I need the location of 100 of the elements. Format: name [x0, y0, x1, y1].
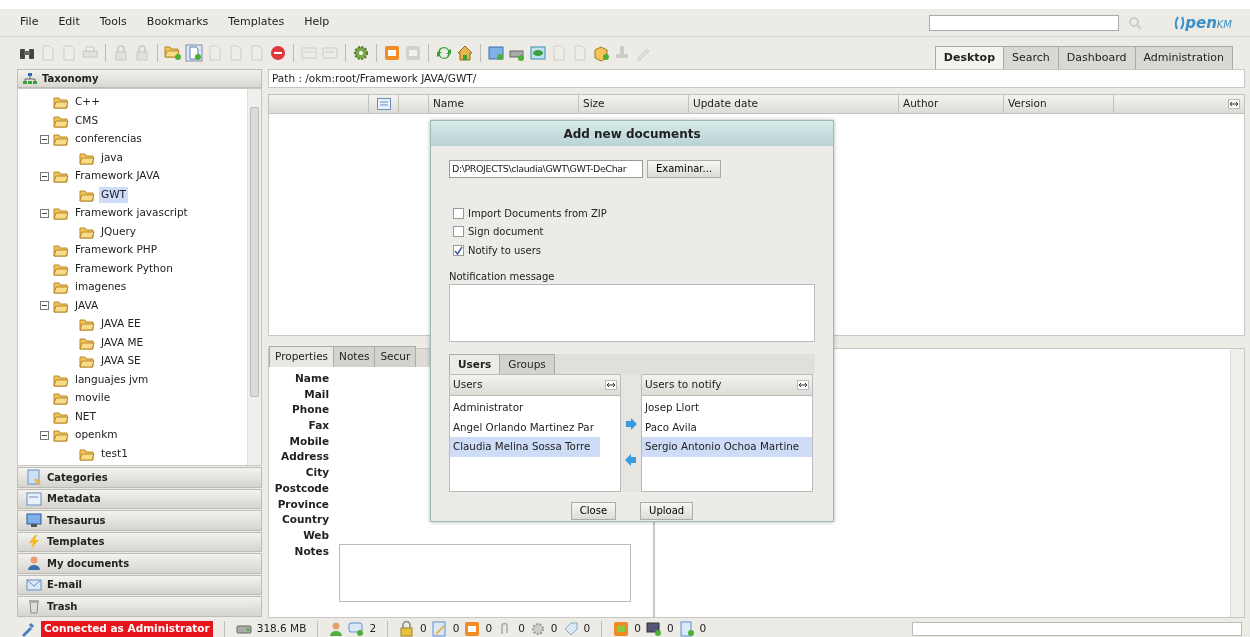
tree-item[interactable]: NET: [73, 408, 98, 425]
tree-item[interactable]: conferencias: [73, 131, 144, 148]
gear-icon[interactable]: [352, 44, 370, 62]
tree-item[interactable]: test1: [99, 445, 130, 462]
tree-item[interactable]: movile: [73, 390, 113, 407]
tree-item[interactable]: Framework PHP: [73, 242, 160, 259]
close-button[interactable]: Close: [570, 502, 617, 521]
notes-field[interactable]: [339, 543, 631, 602]
tree-item[interactable]: GWT: [99, 186, 128, 203]
search-icon[interactable]: [1127, 14, 1144, 31]
column-header[interactable]: Size: [579, 95, 689, 113]
user-row[interactable]: Josep Llort: [642, 398, 812, 418]
tree-item[interactable]: C++: [73, 94, 102, 111]
tab[interactable]: Properties: [269, 346, 335, 367]
folder-icon: [79, 446, 95, 461]
file-path-field[interactable]: D:\PROJECTS\claudia\GWT\GWT-DeChar: [449, 160, 643, 178]
user-row[interactable]: Paco Avila: [642, 417, 812, 438]
tab[interactable]: Users: [449, 353, 501, 375]
column-header[interactable]: Users: [453, 377, 483, 394]
stop-icon[interactable]: [269, 44, 287, 62]
field-label: Address: [280, 449, 329, 465]
document-add-icon[interactable]: [185, 44, 203, 62]
menu-item[interactable]: File: [18, 13, 41, 32]
folder-icon: [53, 428, 69, 443]
folder-icon: [79, 354, 95, 369]
user-row[interactable]: Claudia Melina Sossa Torre: [450, 437, 600, 457]
tree-item[interactable]: Framework javascript: [73, 205, 190, 222]
scrollbar[interactable]: [247, 89, 261, 465]
field-label: Province: [276, 496, 329, 512]
tree-item[interactable]: CMS: [73, 112, 101, 129]
folder-icon: [53, 391, 69, 406]
main-tab[interactable]: Desktop: [934, 45, 1004, 69]
user-row[interactable]: Sergio Antonio Ochoa Martine: [642, 437, 812, 457]
tree-item[interactable]: JAVA ME: [99, 334, 146, 351]
tree-item[interactable]: languajes jvm: [73, 371, 151, 388]
resize-columns-icon[interactable]: [797, 380, 809, 391]
right-arrow-icon[interactable]: [625, 418, 637, 431]
tree-item[interactable]: JAVA SE: [99, 353, 143, 370]
counter: 0: [485, 621, 493, 637]
pencil-icon: [431, 621, 448, 637]
document-icon[interactable]: [487, 44, 505, 62]
counter: 0: [583, 621, 591, 637]
tab[interactable]: Notes: [333, 346, 376, 367]
menu-item[interactable]: Bookmarks: [144, 13, 211, 32]
main-tab[interactable]: Administration: [1134, 45, 1233, 69]
collapse-icon[interactable]: [40, 208, 49, 218]
tab[interactable]: Secur: [374, 346, 417, 367]
left-arrow-icon[interactable]: [625, 454, 637, 467]
refresh-icon[interactable]: [435, 44, 453, 62]
collapse-icon[interactable]: [40, 134, 49, 144]
tree-item[interactable]: JAVA: [73, 297, 101, 314]
tree-item[interactable]: JAVA EE: [99, 316, 143, 333]
accordion-header[interactable]: E-mail: [17, 574, 262, 595]
menu-item[interactable]: Edit: [56, 13, 82, 32]
accordion-header[interactable]: Thesaurus: [17, 510, 262, 531]
accordion-header[interactable]: Trash: [17, 596, 262, 617]
tree-item[interactable]: JQuery: [99, 223, 138, 240]
column-header[interactable]: Update date: [689, 95, 899, 113]
eye-icon[interactable]: [529, 44, 547, 62]
collapse-icon[interactable]: [40, 430, 49, 440]
trash-icon: [26, 598, 42, 615]
browse-button[interactable]: Examinar...: [647, 160, 722, 178]
checkbox[interactable]: [453, 207, 464, 219]
envelope-icon: [26, 576, 42, 593]
package-icon[interactable]: [592, 44, 610, 62]
categories-icon: [26, 469, 42, 486]
accordion-header[interactable]: My documents: [17, 553, 262, 574]
user-row[interactable]: Angel Orlando Martinez Par: [450, 417, 600, 438]
menu-item[interactable]: Help: [302, 13, 332, 32]
mail-icon[interactable]: [383, 44, 401, 62]
menu-item[interactable]: Templates: [226, 13, 287, 32]
collapse-icon[interactable]: [40, 171, 49, 181]
checkbox[interactable]: [453, 244, 464, 256]
resize-columns-icon[interactable]: [605, 380, 617, 391]
user-row[interactable]: Administrator: [450, 398, 600, 418]
column-header[interactable]: Name: [429, 95, 579, 113]
menu-item[interactable]: Tools: [97, 13, 129, 32]
tab[interactable]: Groups: [499, 353, 555, 375]
scrollbar[interactable]: [1230, 349, 1244, 617]
tree-item[interactable]: Framework JAVA: [73, 168, 162, 185]
accordion-header[interactable]: Metadata: [17, 488, 262, 509]
tree-item[interactable]: openkm: [73, 427, 120, 444]
search-field[interactable]: [929, 14, 1120, 31]
tree-item[interactable]: Framework Python: [73, 260, 175, 277]
main-tab[interactable]: Dashboard: [1057, 45, 1136, 69]
accordion-header[interactable]: Templates: [17, 531, 262, 552]
checkbox[interactable]: [453, 226, 464, 238]
counter: 0: [550, 621, 558, 637]
message-field[interactable]: [449, 283, 815, 342]
folder-add-icon[interactable]: [164, 44, 182, 62]
accordion-header[interactable]: Categories: [17, 467, 262, 488]
column-header[interactable]: Version: [1004, 95, 1114, 113]
collapse-icon[interactable]: [40, 301, 49, 311]
home-icon[interactable]: [456, 44, 474, 62]
tree-item[interactable]: java: [99, 149, 125, 166]
upload-button[interactable]: Upload: [640, 502, 694, 521]
tree-item[interactable]: imagenes: [73, 279, 129, 296]
column-header[interactable]: Author: [899, 95, 1004, 113]
resize-columns-icon[interactable]: [1228, 99, 1240, 109]
main-tab[interactable]: Search: [1003, 45, 1059, 69]
